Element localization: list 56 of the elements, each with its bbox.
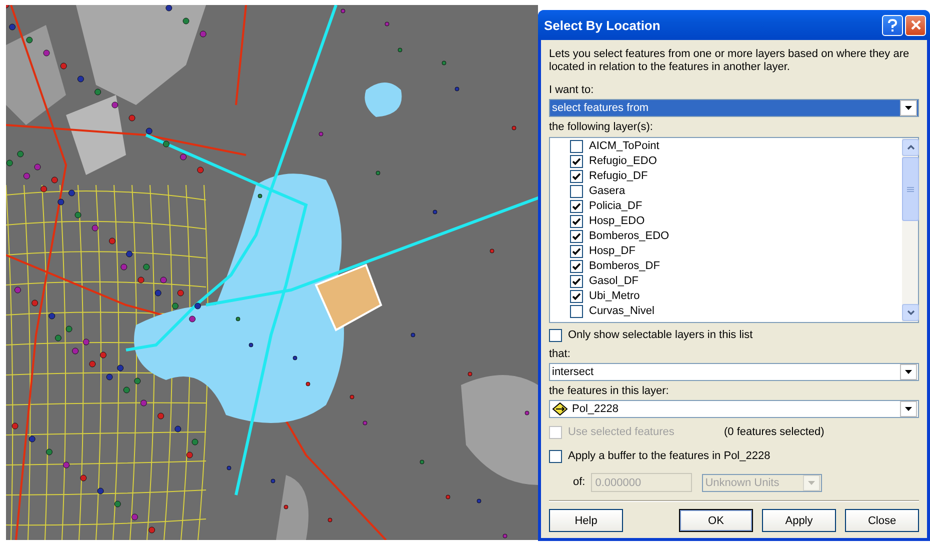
question-mark-icon <box>888 18 897 32</box>
scrollbar[interactable] <box>902 138 918 322</box>
layer-checkbox[interactable] <box>570 245 583 258</box>
layer-name: Gasera <box>589 185 626 198</box>
layer-name: Hosp_DF <box>589 245 636 258</box>
layer-checkbox[interactable] <box>570 140 583 153</box>
help-button[interactable] <box>882 14 903 36</box>
field-label: I want to: <box>549 84 595 97</box>
layer-checkbox[interactable] <box>570 155 583 168</box>
layer-checkbox[interactable] <box>570 305 583 318</box>
checkbox-label: Apply a buffer to the features in Pol_2228 <box>568 450 770 463</box>
window-title: Select By Location <box>544 18 662 32</box>
layer-name: Ubi_Metro <box>589 290 640 303</box>
selection-count: (0 features selected) <box>724 426 824 439</box>
layer-checkbox[interactable] <box>570 260 583 273</box>
layer-checkbox[interactable] <box>570 230 583 243</box>
layer-checkbox[interactable] <box>570 290 583 303</box>
layer-name: Refugio_DF <box>589 170 648 183</box>
field-label: the features in this layer: <box>549 385 670 398</box>
dropdown-arrow-icon <box>905 370 912 374</box>
checkbox-label: Only show selectable layers in this list <box>568 329 753 342</box>
method-dropdown[interactable]: select features from <box>549 99 919 117</box>
dialog-button[interactable]: Close <box>845 509 919 532</box>
relation-dropdown[interactable]: intersect <box>549 363 919 381</box>
layer-name: Refugio_EDO <box>589 155 657 168</box>
polygon-layer-icon <box>552 402 568 416</box>
layer-name: Gasol_DF <box>589 275 639 288</box>
field-label: the following layer(s): <box>549 121 654 134</box>
dropdown-arrow-icon <box>808 480 816 484</box>
grip-icon <box>907 186 914 192</box>
chevron-up-icon <box>906 145 914 150</box>
dropdown-arrow-icon <box>905 106 912 110</box>
layer-name: Policia_DF <box>589 200 642 213</box>
close-button[interactable] <box>905 14 926 36</box>
description-text: Lets you select features from one or more layers based on where they are located in relation to the features in another layer. <box>549 48 910 74</box>
layer-name: Curvas_Nivel <box>589 305 654 318</box>
layer-name: AICM_ToPoint <box>589 140 660 153</box>
layer-checkbox[interactable] <box>570 185 583 198</box>
layer-checkbox[interactable] <box>570 275 583 288</box>
layer-name: Hosp_EDO <box>589 215 645 228</box>
layer-checkbox[interactable] <box>570 200 583 213</box>
checkbox-label: Use selected features <box>568 426 676 439</box>
dialog-button[interactable]: Apply <box>762 509 836 532</box>
layer-name: Bomberos_EDO <box>589 230 670 243</box>
field-label: that: <box>549 348 572 361</box>
chevron-down-icon <box>906 310 914 315</box>
dialog-button[interactable]: OK <box>679 509 753 532</box>
dropdown-arrow-icon <box>905 407 912 411</box>
field-label: of: <box>573 476 586 489</box>
layer-dropdown[interactable]: Pol_2228 <box>549 400 919 418</box>
dialog-button[interactable]: Help <box>549 509 623 532</box>
layer-name: Bomberos_DF <box>589 260 660 273</box>
close-icon <box>910 20 920 30</box>
layer-checkbox[interactable] <box>570 215 583 228</box>
layer-checkbox[interactable] <box>570 170 583 183</box>
checkbox[interactable] <box>549 329 562 342</box>
